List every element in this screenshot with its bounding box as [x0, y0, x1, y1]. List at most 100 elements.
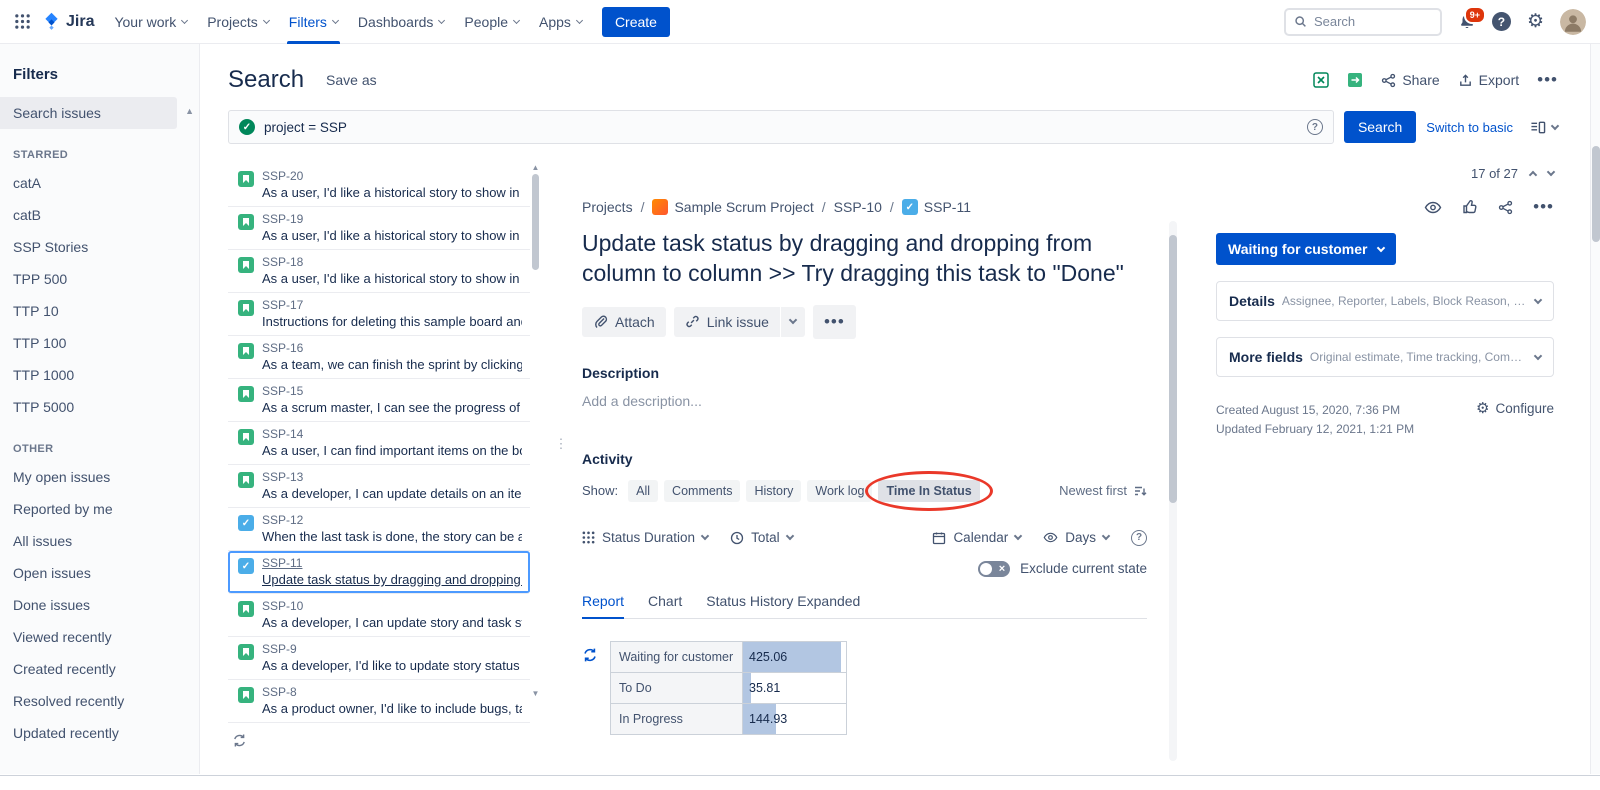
sidebar-item-reported-by-me[interactable]: Reported by me: [0, 493, 199, 525]
issue-list-item-ssp-11[interactable]: ✓SSP-11Update task status by dragging an…: [228, 551, 530, 594]
activity-tab-history[interactable]: History: [746, 480, 801, 502]
nav-item-your-work[interactable]: Your work: [104, 0, 197, 44]
exclude-current-state-toggle[interactable]: ×: [978, 561, 1010, 577]
syntax-help-icon[interactable]: ?: [1307, 119, 1323, 135]
avatar[interactable]: [1560, 9, 1586, 35]
sidebar-item-ttp-100[interactable]: TTP 100: [0, 327, 199, 359]
issue-list-item-ssp-15[interactable]: SSP-15As a scrum master, I can see the p…: [228, 379, 530, 422]
sidebar-item-all-issues[interactable]: All issues: [0, 525, 199, 557]
sidebar-item-my-open-issues[interactable]: My open issues: [0, 461, 199, 493]
panel-resize-handle[interactable]: ⋮: [555, 436, 568, 452]
more-fields-panel-header[interactable]: More fields Original estimate, Time trac…: [1216, 337, 1554, 377]
notifications-button[interactable]: 9+: [1458, 13, 1476, 31]
nav-item-apps[interactable]: Apps: [529, 0, 592, 44]
search-button[interactable]: Search: [1344, 111, 1416, 143]
issue-list-item-ssp-10[interactable]: SSP-10As a developer, I can update story…: [228, 594, 530, 637]
sidebar-item-ttp-5000[interactable]: TTP 5000: [0, 391, 199, 423]
next-issue-button[interactable]: [1547, 168, 1555, 176]
breadcrumb-ssp-11[interactable]: ✓SSP-11: [902, 199, 971, 215]
switch-to-basic-link[interactable]: Switch to basic: [1426, 120, 1513, 135]
save-as-button[interactable]: Save as: [326, 72, 377, 88]
refresh-list-icon[interactable]: [232, 733, 530, 748]
export-button[interactable]: Export: [1458, 72, 1519, 88]
status-duration-dropdown[interactable]: Status Duration: [582, 530, 708, 545]
calendar-dropdown[interactable]: Calendar: [932, 530, 1021, 545]
issue-list-item-ssp-16[interactable]: SSP-16As a team, we can finish the sprin…: [228, 336, 530, 379]
help-button[interactable]: ?: [1492, 12, 1511, 31]
sidebar-item-catb[interactable]: catB: [0, 199, 199, 231]
breadcrumb-projects[interactable]: Projects: [582, 199, 633, 215]
window-scrollbar[interactable]: [1590, 44, 1600, 774]
link-issue-dropdown[interactable]: [781, 307, 805, 337]
create-button[interactable]: Create: [602, 7, 670, 37]
issue-list-item-ssp-12[interactable]: ✓SSP-12When the last task is done, the s…: [228, 508, 530, 551]
issue-more-button[interactable]: •••: [1533, 197, 1554, 217]
chevron-down-icon: [263, 17, 270, 24]
configure-button[interactable]: ⚙ Configure: [1476, 401, 1554, 416]
sidebar-item-ttp-1000[interactable]: TTP 1000: [0, 359, 199, 391]
nav-item-projects[interactable]: Projects: [197, 0, 279, 44]
time-in-status-help-icon[interactable]: ?: [1131, 530, 1147, 546]
issue-list-item-ssp-20[interactable]: SSP-20As a user, I'd like a historical s…: [228, 164, 530, 207]
breadcrumb-sample-scrum-project[interactable]: Sample Scrum Project: [652, 199, 813, 215]
activity-tab-all[interactable]: All: [628, 480, 658, 502]
jql-input[interactable]: ✓ project = SSP ?: [228, 110, 1334, 144]
issue-list-item-ssp-13[interactable]: SSP-13As a developer, I can update detai…: [228, 465, 530, 508]
detail-scrollbar[interactable]: [1169, 221, 1177, 761]
issue-list-item-ssp-14[interactable]: SSP-14As a user, I can find important it…: [228, 422, 530, 465]
issue-title[interactable]: Update task status by dragging and dropp…: [582, 229, 1147, 289]
sidebar-item-open-issues[interactable]: Open issues: [0, 557, 199, 589]
activity-tab-work-log[interactable]: Work log: [807, 480, 872, 502]
sidebar-item-search-issues[interactable]: Search issues: [0, 97, 177, 129]
total-dropdown[interactable]: Total: [730, 530, 793, 545]
report-tab-status-history-expanded[interactable]: Status History Expanded: [706, 593, 860, 618]
share-issue-button[interactable]: [1498, 200, 1513, 215]
issue-list-scrollbar[interactable]: ▲ ▼: [531, 164, 540, 698]
issue-list-item-ssp-8[interactable]: SSP-8As a product owner, I'd like to inc…: [228, 680, 530, 723]
sidebar-item-ttp-10[interactable]: TTP 10: [0, 295, 199, 327]
export-sheet-button[interactable]: [1347, 72, 1363, 88]
sidebar-item-resolved-recently[interactable]: Resolved recently: [0, 685, 199, 717]
share-button[interactable]: Share: [1381, 72, 1439, 88]
days-dropdown[interactable]: Days: [1043, 530, 1109, 545]
issue-list-item-ssp-9[interactable]: SSP-9As a developer, I'd like to update …: [228, 637, 530, 680]
issue-list-item-ssp-19[interactable]: SSP-19As a user, I'd like a historical s…: [228, 207, 530, 250]
sidebar-item-updated-recently[interactable]: Updated recently: [0, 717, 199, 749]
watch-button[interactable]: [1424, 200, 1442, 215]
nav-item-people[interactable]: People: [454, 0, 529, 44]
vote-button[interactable]: [1462, 199, 1478, 215]
report-tab-report[interactable]: Report: [582, 593, 624, 618]
sidebar-item-cata[interactable]: catA: [0, 167, 199, 199]
issue-list-item-ssp-17[interactable]: SSP-17Instructions for deleting this sam…: [228, 293, 530, 336]
activity-tab-comments[interactable]: Comments: [664, 480, 740, 502]
details-panel-header[interactable]: Details Assignee, Reporter, Labels, Bloc…: [1216, 281, 1554, 321]
more-issue-toolbar-button[interactable]: •••: [813, 305, 856, 339]
export-excel-button[interactable]: [1313, 72, 1329, 88]
attach-button[interactable]: Attach: [582, 307, 666, 337]
sidebar-item-tpp-500[interactable]: TPP 500: [0, 263, 199, 295]
link-issue-main[interactable]: Link issue: [674, 307, 780, 337]
activity-tab-time-in-status[interactable]: Time In Status: [878, 480, 979, 502]
nav-item-dashboards[interactable]: Dashboards: [348, 0, 455, 44]
nav-item-filters[interactable]: Filters: [279, 0, 348, 44]
previous-issue-button[interactable]: [1529, 171, 1537, 179]
report-tab-chart[interactable]: Chart: [648, 593, 682, 618]
settings-button[interactable]: ⚙: [1527, 12, 1544, 31]
jira-logo[interactable]: Jira: [41, 11, 94, 32]
sidebar-item-created-recently[interactable]: Created recently: [0, 653, 199, 685]
issue-list-item-ssp-18[interactable]: SSP-18As a user, I'd like a historical s…: [228, 250, 530, 293]
sidebar-scroll-up-icon[interactable]: ▲: [185, 106, 194, 116]
global-search-input[interactable]: Search: [1284, 8, 1442, 36]
more-actions-button[interactable]: •••: [1537, 70, 1558, 90]
description-placeholder[interactable]: Add a description...: [582, 393, 1147, 409]
status-dropdown[interactable]: Waiting for customer: [1216, 233, 1396, 265]
sidebar-item-viewed-recently[interactable]: Viewed recently: [0, 621, 199, 653]
sidebar-item-ssp-stories[interactable]: SSP Stories: [0, 231, 199, 263]
sidebar-item-done-issues[interactable]: Done issues: [0, 589, 199, 621]
chevron-down-icon: [785, 532, 793, 540]
sort-order-button[interactable]: Newest first: [1059, 483, 1147, 498]
layout-switcher-button[interactable]: [1529, 120, 1558, 135]
breadcrumb-ssp-10[interactable]: SSP-10: [834, 199, 882, 215]
refresh-report-icon[interactable]: [582, 647, 598, 663]
app-switcher-button[interactable]: [10, 9, 35, 34]
